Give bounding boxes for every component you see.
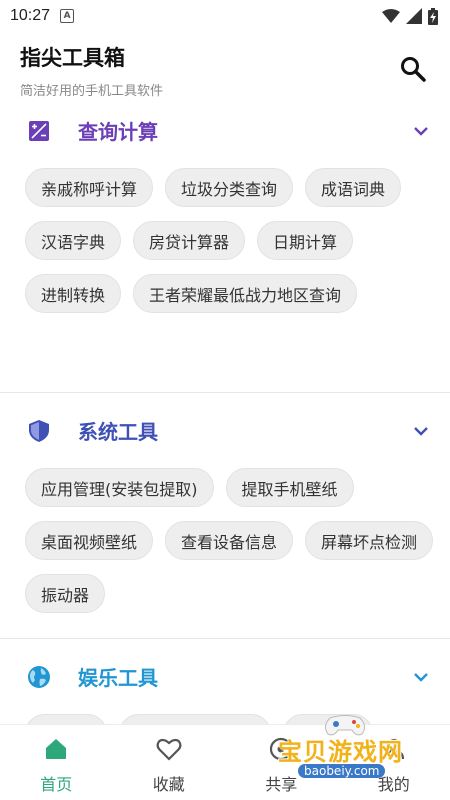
person-icon bbox=[380, 735, 408, 763]
section-title: 查询计算 bbox=[78, 120, 158, 144]
chip-group: 亲戚称呼计算 垃圾分类查询 成语词典 汉语字典 房贷计算器 日期计算 进制转换 … bbox=[25, 168, 435, 313]
tool-list[interactable]: 查询计算 亲戚称呼计算 垃圾分类查询 成语词典 汉语字典 房贷计算器 日期计算 … bbox=[0, 108, 450, 724]
section-title: 娱乐工具 bbox=[78, 666, 158, 690]
section-query-calc: 查询计算 亲戚称呼计算 垃圾分类查询 成语词典 汉语字典 房贷计算器 日期计算 … bbox=[0, 108, 450, 393]
tool-chip-kings-power[interactable]: 王者荣耀最低战力地区查询 bbox=[133, 274, 358, 313]
notification-icon: A bbox=[60, 9, 75, 23]
tool-chip-garbage-sort[interactable]: 垃圾分类查询 bbox=[165, 168, 294, 207]
chevron-down-icon[interactable] bbox=[410, 120, 432, 142]
tool-chip[interactable] bbox=[119, 714, 271, 724]
tool-chip-base-convert[interactable]: 进制转换 bbox=[25, 274, 122, 313]
nav-item-home[interactable]: 首页 bbox=[0, 725, 113, 800]
nav-item-mine[interactable]: 我的 bbox=[338, 725, 450, 800]
chip-group: 应用管理(安装包提取) 提取手机壁纸 桌面视频壁纸 查看设备信息 屏幕坏点检测 … bbox=[25, 468, 435, 613]
battery-icon bbox=[428, 7, 438, 25]
search-button[interactable] bbox=[398, 54, 428, 84]
chevron-down-icon[interactable] bbox=[410, 666, 432, 688]
tool-chip-vibrator[interactable]: 振动器 bbox=[25, 574, 106, 613]
heart-icon bbox=[155, 735, 183, 763]
section-header[interactable]: 查询计算 bbox=[0, 108, 450, 156]
status-bar: 10:27 A bbox=[0, 0, 450, 32]
tool-chip-relative-title[interactable]: 亲戚称呼计算 bbox=[25, 168, 154, 207]
divider bbox=[0, 392, 450, 393]
tool-chip[interactable] bbox=[25, 714, 107, 724]
section-entertainment-tools: 娱乐工具 bbox=[0, 652, 450, 724]
divider bbox=[0, 638, 450, 639]
status-icons bbox=[382, 7, 438, 25]
chevron-down-icon[interactable] bbox=[410, 420, 432, 442]
signal-icon bbox=[406, 8, 422, 24]
status-time: 10:27 bbox=[10, 7, 51, 24]
app-title: 指尖工具箱 bbox=[20, 46, 125, 70]
shield-icon bbox=[26, 418, 52, 444]
nav-label: 我的 bbox=[377, 775, 410, 794]
tool-chip-date-calc[interactable]: 日期计算 bbox=[257, 221, 354, 260]
app-subtitle: 简洁好用的手机工具软件 bbox=[20, 84, 164, 99]
globe-icon bbox=[26, 664, 52, 690]
section-system-tools: 系统工具 应用管理(安装包提取) 提取手机壁纸 桌面视频壁纸 查看设备信息 屏幕… bbox=[0, 406, 450, 638]
tool-chip-app-manager[interactable]: 应用管理(安装包提取) bbox=[25, 468, 214, 507]
app-header: 指尖工具箱 简洁好用的手机工具软件 bbox=[0, 32, 450, 108]
nav-label: 首页 bbox=[40, 775, 73, 794]
tool-chip-device-info[interactable]: 查看设备信息 bbox=[165, 521, 294, 560]
tool-chip-idiom-dict[interactable]: 成语词典 bbox=[305, 168, 402, 207]
chip-group bbox=[25, 714, 435, 724]
calculator-icon bbox=[26, 118, 52, 144]
section-title: 系统工具 bbox=[78, 420, 158, 444]
tool-chip-mortgage-calc[interactable]: 房贷计算器 bbox=[133, 221, 246, 260]
tool-chip-dead-pixel[interactable]: 屏幕坏点检测 bbox=[305, 521, 434, 560]
section-header[interactable]: 系统工具 bbox=[0, 406, 450, 456]
wifi-icon bbox=[382, 9, 400, 23]
nav-item-favorites[interactable]: 收藏 bbox=[113, 725, 226, 800]
tool-chip-video-wallpaper[interactable]: 桌面视频壁纸 bbox=[25, 521, 154, 560]
bottom-nav: 首页 收藏 共享 我的 bbox=[0, 724, 450, 800]
nav-item-share[interactable]: 共享 bbox=[225, 725, 338, 800]
section-header[interactable]: 娱乐工具 bbox=[0, 652, 450, 702]
tool-chip-chinese-dict[interactable]: 汉语字典 bbox=[25, 221, 122, 260]
nav-label: 共享 bbox=[265, 775, 298, 794]
tool-chip[interactable] bbox=[283, 714, 373, 724]
share-icon bbox=[267, 735, 295, 763]
tool-chip-extract-wallpaper[interactable]: 提取手机壁纸 bbox=[225, 468, 354, 507]
home-icon bbox=[42, 735, 70, 763]
search-icon bbox=[401, 57, 426, 82]
nav-label: 收藏 bbox=[152, 775, 185, 794]
